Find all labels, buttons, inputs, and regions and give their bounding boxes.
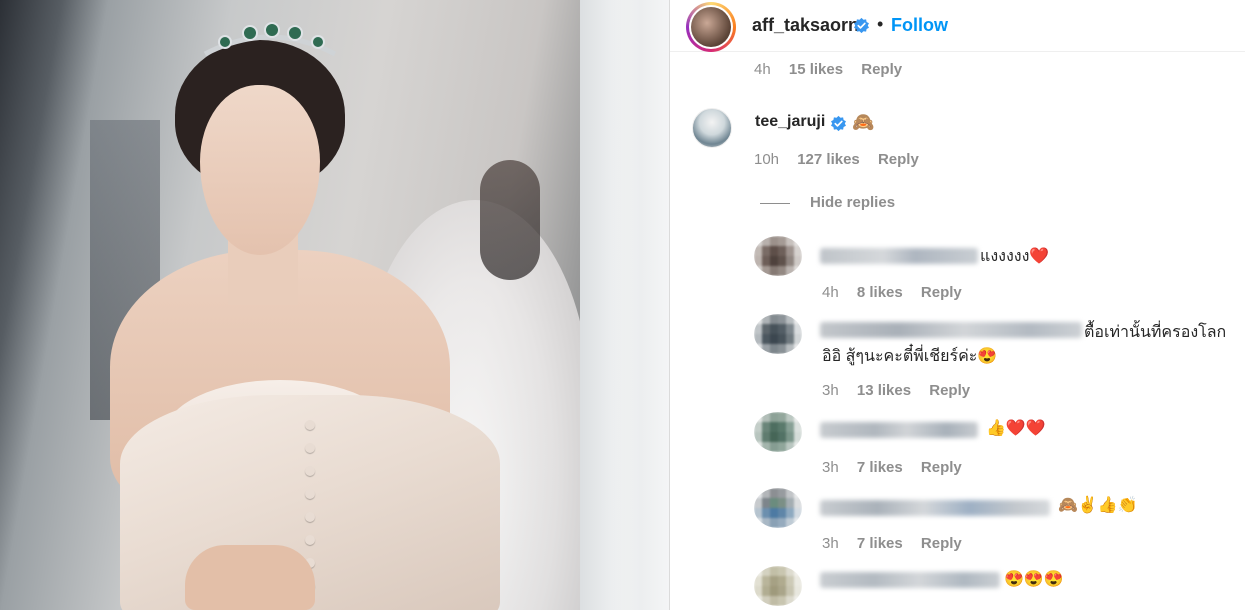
author-username[interactable]: aff_taksaorn [752, 15, 859, 36]
reply-button[interactable]: Reply [861, 61, 902, 78]
reply-text: 👍❤️❤️ [986, 418, 1046, 438]
background-figure [480, 160, 540, 280]
author-avatar[interactable] [686, 2, 736, 52]
reply-avatar[interactable] [754, 314, 802, 354]
blurred-username [820, 572, 1000, 588]
reply-emoji: 👍❤️❤️ [986, 420, 1046, 437]
reply-meta: 3h 7 likes Reply [822, 459, 976, 476]
reply-avatar[interactable] [754, 236, 802, 276]
reply-likes[interactable]: 7 likes [857, 459, 903, 476]
reply-time: 3h [822, 459, 839, 476]
model-hand [185, 545, 315, 610]
frame-shadow [600, 0, 669, 610]
reply-avatar[interactable] [754, 566, 802, 606]
reply-text: ตื้อเท่านั้นที่ครองโลก [1084, 324, 1227, 341]
reply-avatar[interactable] [754, 412, 802, 452]
reply-time: 4h [822, 284, 839, 301]
reply-text: 🙈✌️👍👏 [1058, 495, 1138, 515]
reply-meta: 3h 7 likes Reply [822, 535, 976, 552]
reply-button[interactable]: Reply [929, 382, 970, 399]
comment-likes[interactable]: 127 likes [797, 151, 860, 168]
reply-avatar[interactable] [754, 488, 802, 528]
blurred-username [820, 322, 1082, 338]
verified-icon [831, 115, 846, 132]
reply-text: 😍😍😍 [1004, 569, 1064, 589]
reply-likes[interactable]: 13 likes [857, 382, 911, 399]
comments-panel: aff_taksaorn • Follow 4h 15 likes Reply … [669, 0, 1245, 610]
blurred-username [820, 248, 978, 264]
commenter-username[interactable]: tee_jaruji [755, 113, 825, 131]
commenter-avatar[interactable] [692, 108, 732, 148]
previous-comment-meta: 4h 15 likes Reply [754, 61, 916, 78]
reply-button[interactable]: Reply [921, 535, 962, 552]
reply-text: แงงงงง❤️ [980, 248, 1050, 265]
post-header: aff_taksaorn • Follow [670, 0, 1245, 52]
reply-likes[interactable]: 7 likes [857, 535, 903, 552]
reply-time: 3h [822, 382, 839, 399]
replies-divider-line [760, 202, 790, 204]
post-photo[interactable] [0, 0, 669, 610]
reply-button[interactable]: Reply [921, 459, 962, 476]
hide-replies-label: Hide replies [810, 194, 896, 211]
comment-likes[interactable]: 15 likes [789, 61, 843, 78]
hide-replies-button[interactable]: Hide replies [760, 194, 895, 211]
reply-text-line-2: อิอิ สู้ๆนะคะตี๋พี่เชียร์ค่ะ😍 [822, 348, 998, 365]
comment-text: 🙈 [852, 112, 875, 132]
separator-dot: • [877, 14, 884, 34]
comment-meta: 10h 127 likes Reply [754, 151, 933, 168]
reply-time: 3h [822, 535, 839, 552]
follow-button[interactable]: Follow [891, 15, 948, 36]
reply-likes[interactable]: 8 likes [857, 284, 903, 301]
reply-button[interactable]: Reply [878, 151, 919, 168]
reply-emoji: 🙈✌️👍👏 [1058, 497, 1138, 514]
comment-time: 4h [754, 61, 771, 78]
reply-emoji: 😍😍😍 [1004, 571, 1064, 588]
reply-button[interactable]: Reply [921, 284, 962, 301]
comment-time: 10h [754, 151, 780, 168]
blurred-username [820, 500, 1050, 516]
reply-meta: 4h 8 likes Reply [822, 284, 976, 301]
model-face [200, 85, 320, 255]
reply-meta: 3h 13 likes Reply [822, 382, 984, 399]
blurred-username [820, 422, 978, 438]
tiara-icon [203, 22, 337, 57]
verified-icon [854, 17, 869, 34]
